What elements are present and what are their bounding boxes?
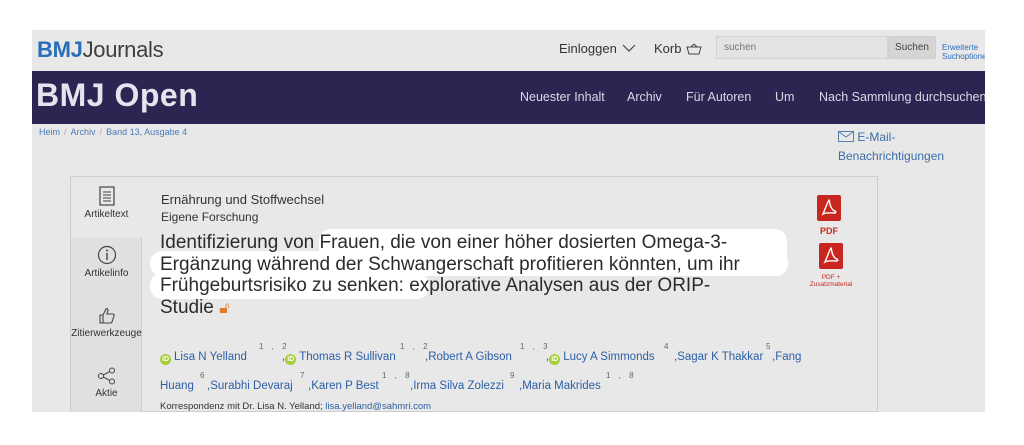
- author-link[interactable]: ,Irma Silva Zolezzi: [410, 378, 504, 394]
- author-link[interactable]: iD Lisa N Yelland: [160, 349, 247, 365]
- tab-label: Artikeltext: [84, 209, 129, 220]
- basket-icon: [686, 43, 703, 54]
- info-icon: [97, 245, 116, 265]
- journal-title[interactable]: BMJ Open: [36, 77, 198, 114]
- share-icon: [97, 367, 115, 385]
- login-label: Einloggen: [559, 41, 617, 56]
- breadcrumb: Heim / Archiv / Band 13, Ausgabe 4: [39, 127, 188, 137]
- author-affiliation: 9: [510, 371, 518, 380]
- tab-label: Artikelinfo: [84, 268, 129, 279]
- author-link[interactable]: , iD Lucy A Simmonds: [546, 349, 655, 365]
- author-name: Lisa N Yelland: [174, 351, 247, 363]
- logo-brand: BMJ: [37, 37, 83, 62]
- correspondence: Korrespondenz mit Dr. Lisa N. Yelland; l…: [160, 401, 431, 412]
- pdf-icon: [817, 195, 841, 221]
- nav-for-authors[interactable]: Für Autoren: [686, 90, 751, 104]
- advanced-search-line2: Suchoptionen: [942, 52, 985, 61]
- journal-navbar: BMJ Open Neuester Inhalt Archiv Für Auto…: [32, 71, 985, 124]
- orcid-icon[interactable]: iD: [285, 354, 297, 365]
- title-line: Identifizierung von Frauen, die von eine…: [160, 232, 728, 253]
- author-affiliation: 4: [664, 342, 672, 351]
- author-affiliation: 1 , 8: [606, 371, 637, 380]
- correspondence-text: Korrespondenz mit Dr. Lisa N. Yelland;: [160, 401, 323, 412]
- tab-label: Aktie: [95, 388, 118, 399]
- author-name: Robert A Gibson: [428, 351, 512, 363]
- pdf-download-link[interactable]: PDF: [816, 195, 842, 236]
- article-type: Eigene Forschung: [161, 210, 259, 224]
- pdf-label: PDF: [820, 226, 838, 236]
- pdf-plus-sub-label: Zusatzmaterial: [809, 281, 853, 288]
- email-alerts-line2: Benachrichtigungen: [838, 149, 945, 163]
- breadcrumb-home[interactable]: Heim: [39, 127, 60, 137]
- orcid-icon[interactable]: iD: [549, 354, 561, 365]
- pdf-plus-supplement-link[interactable]: PDF + Zusatzmaterial: [803, 243, 859, 288]
- logo-rest: Journals: [82, 37, 164, 62]
- pdf-plus-label: PDF +: [821, 274, 841, 281]
- author-link[interactable]: ,Robert A Gibson: [425, 349, 512, 365]
- breadcrumb-archive[interactable]: Archiv: [71, 127, 96, 137]
- title-line: Ergänzung während der Schwangerschaft pr…: [160, 253, 740, 275]
- nav-archive[interactable]: Archiv: [627, 90, 662, 104]
- article-title: Identifizierung von Frauen, die von eine…: [160, 232, 810, 319]
- author-name: Lucy A Simmonds: [563, 351, 655, 363]
- cart-button[interactable]: Korb: [654, 41, 703, 56]
- author-name: Huang: [160, 380, 194, 392]
- cart-label: Korb: [654, 41, 682, 56]
- browser-viewport: BMJJournals Einloggen Korb Suchen Erweit…: [32, 30, 985, 412]
- breadcrumb-issue[interactable]: Band 13, Ausgabe 4: [106, 127, 187, 137]
- author-name: Irma Silva Zolezzi: [413, 380, 504, 392]
- top-bar: BMJJournals Einloggen Korb Suchen Erweit…: [32, 30, 985, 71]
- article-subject[interactable]: Ernährung und Stoffwechsel: [161, 192, 324, 207]
- nav-browse-collections[interactable]: Nach Sammlung durchsuchen: [819, 90, 985, 104]
- tab-article-info[interactable]: Artikelinfo: [71, 245, 142, 295]
- author-name: Maria Makrides: [522, 380, 601, 392]
- article-card: Artikeltext Artikelinfo Zitierwerkzeuge …: [70, 176, 878, 412]
- author-name: Surabhi Devaraj: [210, 380, 293, 392]
- author-affiliation: 7: [300, 371, 308, 380]
- title-line-last: Studie: [160, 296, 214, 318]
- author-link[interactable]: , iD Thomas R Sullivan: [282, 349, 396, 365]
- thumbs-up-icon: [98, 308, 115, 324]
- title-line: Studie 🔓︎: [160, 297, 810, 320]
- email-alerts-link[interactable]: E-Mail- Benachrichtigungen: [838, 128, 944, 166]
- login-button[interactable]: Einloggen: [559, 41, 636, 56]
- article-tabs: Artikeltext Artikelinfo Zitierwerkzeuge …: [71, 177, 142, 412]
- search-button[interactable]: Suchen: [888, 36, 936, 59]
- bmj-journals-logo[interactable]: BMJJournals: [37, 37, 164, 63]
- email-alerts-line1: E-Mail-: [857, 130, 896, 144]
- nav-about[interactable]: Um: [775, 90, 794, 104]
- author-link[interactable]: Huang: [160, 378, 194, 394]
- author-name: Karen P Best: [311, 380, 379, 392]
- orcid-icon[interactable]: iD: [160, 354, 171, 365]
- author-name: Fang: [775, 351, 802, 363]
- advanced-search-line1: Erweiterte: [942, 43, 979, 52]
- page: BMJJournals Einloggen Korb Suchen Erweit…: [0, 0, 1024, 445]
- author-link[interactable]: ,Surabhi Devaraj: [207, 378, 293, 394]
- author-link[interactable]: ,Karen P Best: [308, 378, 379, 394]
- author-affiliation: 1 , 8: [382, 371, 413, 380]
- title-line: Frühgeburtsrisiko zu senken: explorative…: [160, 275, 711, 296]
- pdf-icon: [819, 243, 843, 269]
- envelope-icon: [838, 131, 854, 142]
- tab-article-text[interactable]: Artikeltext: [71, 177, 142, 237]
- tab-share[interactable]: Aktie: [71, 367, 142, 407]
- advanced-search-link[interactable]: Erweiterte Suchoptionen: [942, 43, 985, 61]
- nav-latest-content[interactable]: Neuester Inhalt: [520, 90, 605, 104]
- chevron-down-icon: [622, 44, 636, 52]
- search-input[interactable]: [716, 36, 888, 59]
- tab-label: Zitierwerkzeuge: [71, 328, 142, 339]
- author-link[interactable]: ,Maria Makrides: [519, 378, 601, 394]
- correspondence-email-link[interactable]: lisa.yelland@sahmri.com: [325, 401, 431, 412]
- author-name: Thomas R Sullivan: [299, 351, 396, 363]
- tab-citation-tools[interactable]: Zitierwerkzeuge: [71, 307, 142, 347]
- author-link[interactable]: ,Fang: [772, 349, 801, 365]
- open-access-lock-icon: 🔓︎: [219, 299, 230, 317]
- document-icon: [98, 186, 115, 206]
- author-link[interactable]: ,Sagar K Thakkar: [674, 349, 763, 365]
- author-name: Sagar K Thakkar: [677, 351, 764, 363]
